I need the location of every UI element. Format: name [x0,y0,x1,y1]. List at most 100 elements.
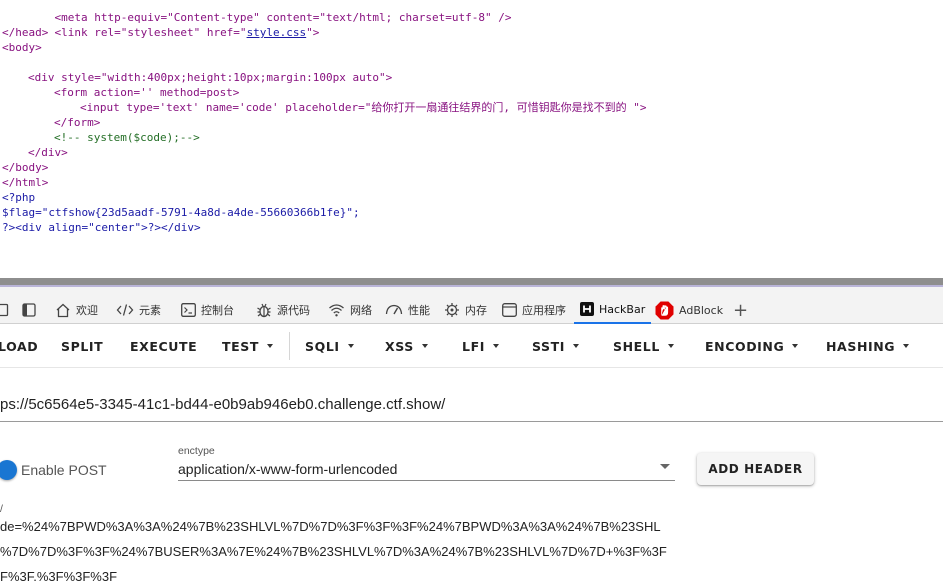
button-label: HASHING [826,338,896,354]
wifi-icon [329,304,344,317]
button-label: SQLI [305,338,340,354]
home-icon [56,303,70,317]
panel-resize-handle[interactable] [0,278,943,285]
lfi-menu-button[interactable]: LFI [462,324,499,368]
window-icon [502,303,517,317]
tab-performance[interactable]: 性能 [385,296,430,324]
chevron-down-icon [267,344,273,348]
tab-memory[interactable]: 内存 [444,296,487,324]
code-icon [116,304,134,316]
chevron-down-icon [792,344,799,348]
toolbar-divider [289,332,290,360]
source-line-php-open: <?php [2,191,36,204]
source-line-meta: <meta http-equiv="Content-type" content=… [28,0,512,24]
tab-label: 元素 [139,304,161,317]
source-line-head-close: </head> [2,26,49,39]
device-toolbar-button[interactable] [0,296,9,324]
enctype-select[interactable]: application/x-www-form-urlencoded [178,461,397,477]
source-line-input: <input type='text' name='code' placehold… [80,101,647,114]
chevron-down-icon [903,344,910,348]
url-underline [0,421,943,422]
page-source-view: <meta http-equiv="Content-type" content=… [0,0,943,278]
stylesheet-link[interactable]: style.css [247,26,307,39]
tab-network[interactable]: 网络 [328,296,372,324]
add-header-button[interactable]: ADD HEADER [697,453,814,485]
source-text: "> [306,26,320,39]
url-input-value[interactable]: ps://5c6564e5-3345-41c1-bd44-e0b9ab946eb… [0,396,943,414]
enable-post-label[interactable]: Enable POST [21,462,107,478]
body-textarea-line[interactable]: F%3F.%3F%3F%3F [0,569,943,585]
tab-label: 性能 [408,304,430,317]
tab-label: AdBlock [679,303,724,317]
dock-side-button[interactable] [22,296,36,324]
tab-application[interactable]: 应用程序 [502,296,566,324]
performance-icon [385,304,403,315]
tab-label: 内存 [465,304,487,317]
button-label: ADD HEADER [708,462,803,476]
tab-hackbar[interactable]: HackBar [574,296,652,324]
tab-adblock[interactable]: AdBlock [655,296,723,324]
source-line-body-open: <body> [2,41,42,54]
tab-label: 源代码 [277,304,310,317]
source-text: <link rel="stylesheet" href=" [54,26,247,39]
hashing-menu-button[interactable]: HASHING [826,324,910,368]
button-label: LFI [462,338,485,354]
dropdown-arrow-icon[interactable] [660,464,670,469]
chevron-down-icon [667,344,674,348]
bug-icon [257,303,271,318]
xss-menu-button[interactable]: XSS [385,324,428,368]
source-line-form-close: </form> [54,116,101,129]
source-line-php-close: ?><div align="center">?></div> [2,221,201,234]
load-button[interactable]: LOAD [0,324,38,368]
add-tab-button[interactable]: + [733,296,748,324]
encoding-menu-button[interactable]: ENCODING [705,324,799,368]
tab-label: 应用程序 [522,304,566,317]
button-label: XSS [385,338,414,354]
hackbar-icon [580,302,594,316]
button-label: LOAD [0,338,39,354]
tab-label: HackBar [599,302,646,316]
split-button[interactable]: SPLIT [61,324,103,368]
source-line-div-close: </div> [28,146,68,159]
source-line-html-close: </html> [2,176,49,189]
tab-welcome[interactable]: 欢迎 [55,296,98,324]
devtools-tab-strip: 欢迎 元素 控制台 源代码 网络 性能 内存 应用程序 HackBar AdBl… [0,296,943,324]
devtools-top-border [0,285,943,296]
tab-label: 欢迎 [76,304,98,317]
enctype-label: enctype [178,445,215,457]
sqli-menu-button[interactable]: SQLI [305,324,354,368]
shell-menu-button[interactable]: SHELL [613,324,674,368]
body-textarea-line[interactable]: %7D%7D%3F%3F%24%7BUSER%3A%7E%24%7B%23SHL… [0,544,943,562]
plus-icon: + [733,299,749,321]
hackbar-toolbar: LOAD SPLIT EXECUTE TEST SQLI XSS LFI SST… [0,324,943,368]
source-line-body-close: </body> [2,161,49,174]
chevron-down-icon [347,344,354,348]
button-label: TEST [222,338,259,354]
body-textarea-line[interactable]: de=%24%7BPWD%3A%3A%24%7B%23SHLVL%7D%7D%3… [0,519,943,537]
button-label: SPLIT [61,338,104,354]
ssti-menu-button[interactable]: SSTI [532,324,580,368]
chevron-down-icon [492,344,499,348]
test-menu-button[interactable]: TEST [222,324,273,368]
execute-button[interactable]: EXECUTE [130,324,197,368]
sidebar-icon [22,303,36,317]
source-line-link: <link rel="stylesheet" href="style.css"> [28,10,320,39]
tab-label: 控制台 [201,304,234,317]
enctype-underline [178,480,675,481]
enable-post-switch[interactable] [0,460,17,480]
console-icon [181,303,196,317]
button-label: ENCODING [705,338,785,354]
tab-elements[interactable]: 元素 [116,296,161,324]
button-label: SHELL [613,338,660,354]
source-line-form-open: <form action='' method=post> [54,86,240,99]
tab-sources[interactable]: 源代码 [256,296,310,324]
tab-label: 网络 [350,304,372,317]
url-field[interactable]: ps://5c6564e5-3345-41c1-bd44-e0b9ab946eb… [0,368,943,422]
button-label: SSTI [532,338,566,354]
source-line-flag: $flag="ctfshow{23d5aadf-5791-4a8d-a4de-5… [2,206,360,219]
adblock-icon [655,301,674,319]
button-label: EXECUTE [130,338,198,354]
device-icon [0,303,9,317]
tab-console[interactable]: 控制台 [181,296,234,324]
body-field-label: / [0,503,3,515]
